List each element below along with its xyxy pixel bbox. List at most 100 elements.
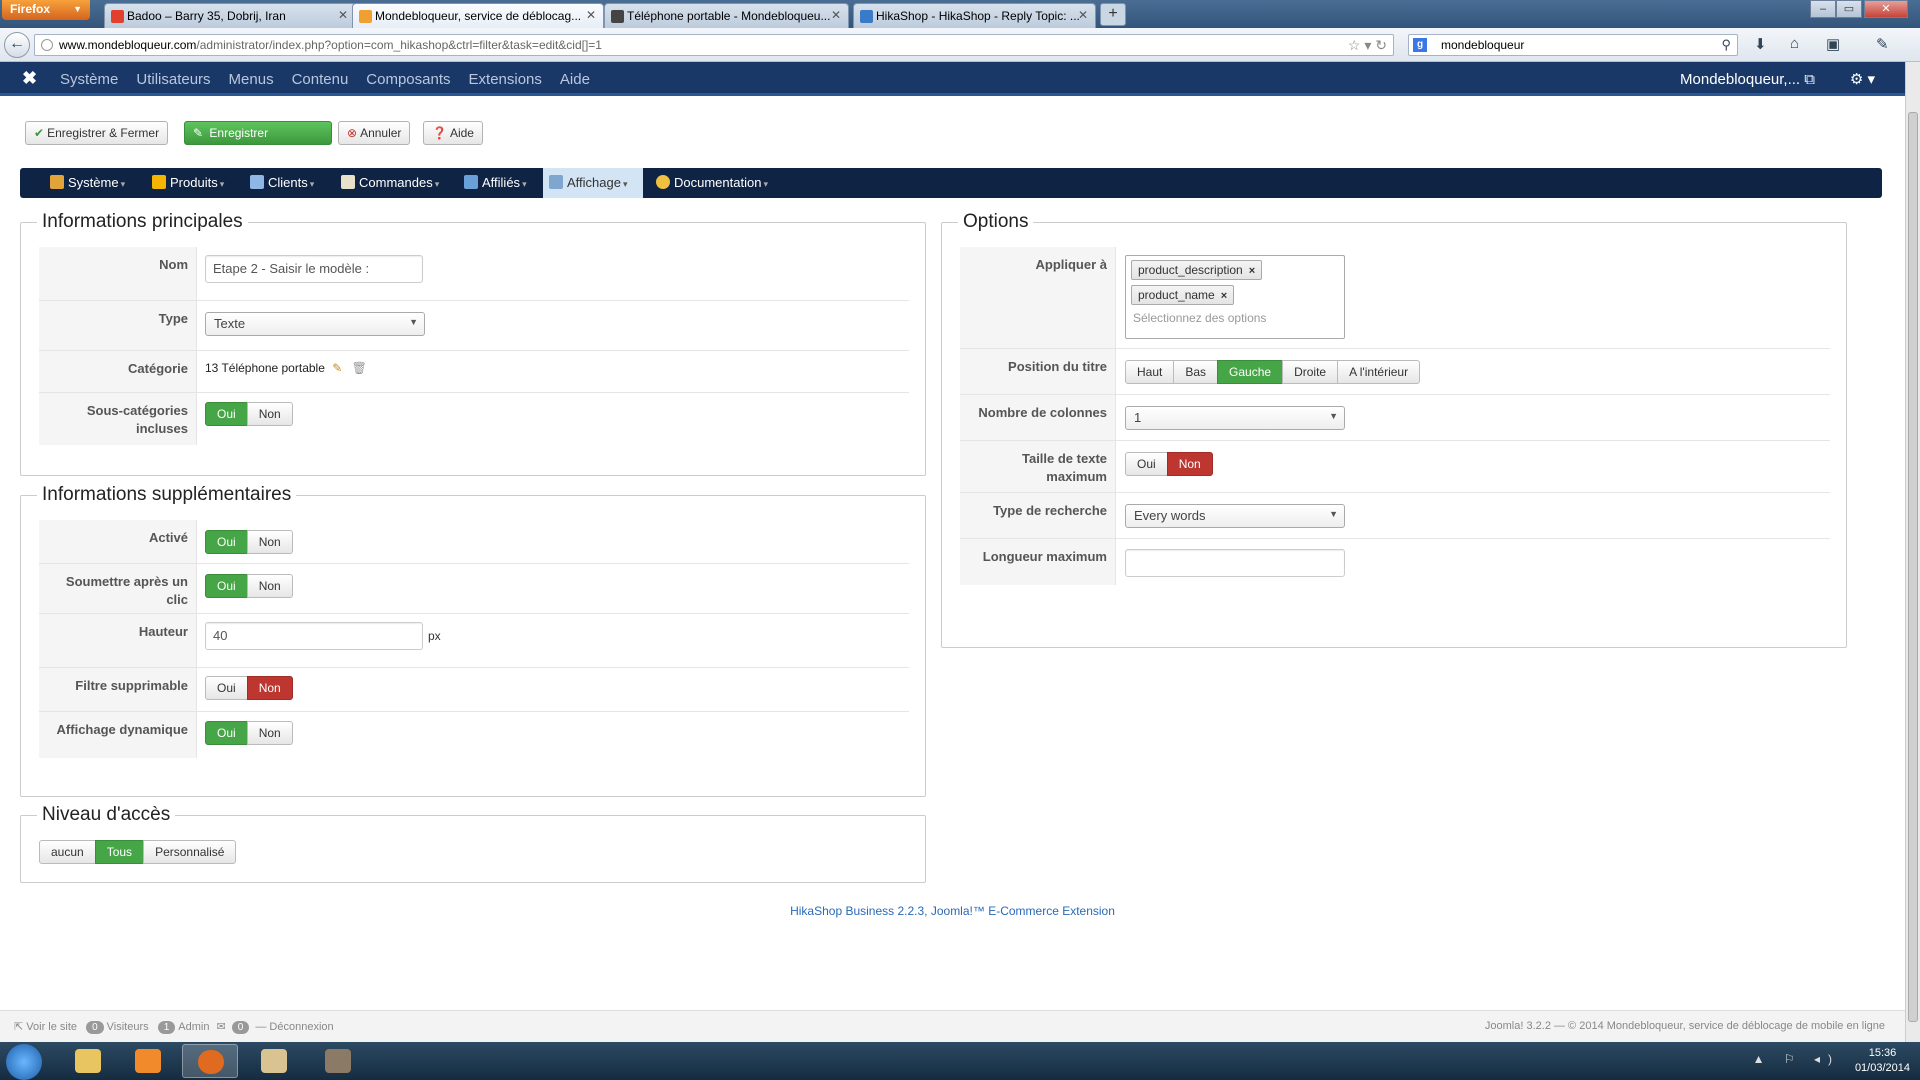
category-label: Catégorie — [39, 351, 197, 392]
title-position-left[interactable]: Gauche — [1217, 360, 1284, 384]
close-icon[interactable]: ✕ — [338, 8, 348, 22]
help-button[interactable]: ❓ Aide — [423, 121, 483, 145]
taskbar-app[interactable] — [246, 1044, 302, 1078]
system-tray[interactable]: ▲ ⚐ ◂) — [1753, 1052, 1840, 1066]
apply-placeholder[interactable]: Sélectionnez des options — [1131, 309, 1339, 325]
remove-icon[interactable]: × — [1221, 290, 1227, 302]
taskbar-explorer[interactable] — [60, 1044, 116, 1078]
save-button[interactable]: ✎ Enregistrer — [184, 121, 332, 145]
cancel-button[interactable]: ⊗ Annuler — [338, 121, 411, 145]
hika-menu-documentation[interactable]: Documentation ▾ — [650, 168, 774, 198]
browser-tab[interactable]: Téléphone portable - Mondebloqueu... ✕ — [604, 3, 849, 28]
hika-menu-display[interactable]: Affichage ▾ — [543, 168, 643, 198]
close-icon[interactable]: ✕ — [586, 8, 596, 22]
access-custom[interactable]: Personnalisé — [143, 840, 237, 864]
search-icon[interactable]: ⚲ — [1721, 37, 1731, 53]
home-icon[interactable]: ⌂ — [1790, 35, 1799, 52]
search-type-select[interactable]: Every words ▼ — [1125, 504, 1345, 528]
dynamic-no[interactable]: Non — [246, 721, 293, 745]
hikashop-favicon-icon — [860, 10, 873, 23]
back-button[interactable]: ← — [4, 32, 30, 58]
mail-icon: ✉ — [216, 1021, 226, 1033]
search-bar[interactable]: g mondebloqueur ⚲ — [1408, 34, 1738, 56]
max-text-yes[interactable]: Oui — [1125, 452, 1168, 476]
joomla-menu-menus[interactable]: Menus — [229, 71, 274, 88]
joomla-menu-extensions[interactable]: Extensions — [469, 71, 542, 88]
access-all[interactable]: Tous — [94, 840, 145, 864]
dynamic-yes[interactable]: Oui — [205, 721, 248, 745]
browser-tab-active[interactable]: Mondebloqueur, service de déblocag... ✕ — [352, 3, 604, 28]
scrollbar-thumb[interactable] — [1908, 112, 1918, 1022]
title-position-bottom[interactable]: Bas — [1173, 360, 1219, 384]
type-select[interactable]: Texte ▼ — [205, 312, 425, 336]
save-close-button[interactable]: ✔ Enregistrer & Fermer — [25, 121, 169, 145]
browser-tab[interactable]: HikaShop - HikaShop - Reply Topic: ... ✕ — [853, 3, 1096, 28]
title-position-top[interactable]: Haut — [1125, 360, 1175, 384]
logout-link[interactable]: Déconnexion — [269, 1021, 333, 1033]
submit-no[interactable]: Non — [246, 574, 293, 598]
subcategories-yes[interactable]: Oui — [205, 402, 248, 426]
tag-product-name: product_name × — [1131, 285, 1235, 305]
hika-menu-products[interactable]: Produits ▾ — [146, 168, 230, 198]
view-site-link[interactable]: Voir le site — [26, 1021, 77, 1033]
url-bar[interactable]: www.mondebloqueur.com/administrator/inde… — [34, 34, 1394, 56]
firefox-menu-button[interactable]: Firefox ▼ — [2, 0, 90, 20]
active-yes[interactable]: Oui — [205, 530, 248, 554]
columns-select[interactable]: 1 ▼ — [1125, 406, 1345, 430]
page-scrollbar[interactable] — [1905, 62, 1920, 1042]
delete-icon[interactable]: 🗑 — [352, 361, 367, 375]
search-input[interactable]: mondebloqueur — [1441, 38, 1524, 52]
options-legend: Options — [958, 211, 1034, 233]
taskbar-gimp[interactable] — [310, 1044, 366, 1078]
hika-menu-affiliates[interactable]: Affiliés ▾ — [458, 168, 533, 198]
taskbar-firefox[interactable] — [182, 1044, 238, 1078]
joomla-menu-users[interactable]: Utilisateurs — [136, 71, 210, 88]
joomla-menu-system[interactable]: Système — [60, 71, 118, 88]
close-icon[interactable]: ✕ — [1078, 8, 1088, 22]
browser-tab[interactable]: Badoo – Barry 35, Dobrij, Iran ✕ — [104, 3, 356, 28]
subcategories-no[interactable]: Non — [246, 402, 293, 426]
max-text-no[interactable]: Non — [1166, 452, 1213, 476]
chevron-down-icon: ▼ — [1329, 509, 1338, 519]
apply-multiselect[interactable]: product_description × product_name × Sélec… — [1125, 255, 1345, 339]
google-icon[interactable]: g — [1413, 38, 1427, 52]
close-window-button[interactable]: ✕ — [1864, 0, 1908, 18]
minimize-button[interactable]: – — [1810, 0, 1836, 18]
admin-badge: 1 — [157, 1021, 176, 1034]
name-input[interactable]: Etape 2 - Saisir le modèle : — [205, 255, 423, 283]
addons-icon[interactable]: ▣ — [1826, 35, 1840, 53]
edit-icon[interactable]: ✎ — [332, 361, 342, 375]
title-position-right[interactable]: Droite — [1282, 360, 1339, 384]
deletable-no[interactable]: Non — [246, 676, 293, 700]
download-icon[interactable]: ⬇ — [1754, 35, 1767, 53]
visitors-badge: 0 — [86, 1021, 104, 1034]
new-tab-button[interactable]: + — [1100, 3, 1126, 26]
title-position-inside[interactable]: A l'intérieur — [1337, 360, 1421, 384]
user-menu[interactable]: Mondebloqueur,... ⧉ — [1680, 71, 1815, 88]
type-value: Texte — [214, 316, 246, 331]
deletable-yes[interactable]: Oui — [205, 676, 248, 700]
joomla-menu-help[interactable]: Aide — [560, 71, 590, 88]
height-input[interactable]: 40 — [205, 622, 423, 650]
close-icon[interactable]: ✕ — [831, 8, 841, 22]
tools-icon[interactable]: ✎ — [1876, 35, 1889, 53]
joomla-menu-content[interactable]: Contenu — [292, 71, 349, 88]
settings-gear-icon[interactable]: ⚙ ▾ — [1850, 70, 1875, 88]
hika-menu-orders[interactable]: Commandes ▾ — [335, 168, 445, 198]
extension-footer-link[interactable]: HikaShop Business 2.2.3, Joomla!™ E-Comm… — [0, 904, 1905, 918]
hika-menu-clients[interactable]: Clients ▾ — [244, 168, 320, 198]
hika-menu-system[interactable]: Système ▾ — [44, 168, 131, 198]
bookmark-star-icon[interactable]: ☆ ▾ ↻ — [1348, 37, 1387, 54]
joomla-logo-icon[interactable]: ✖ — [22, 68, 37, 89]
submit-yes[interactable]: Oui — [205, 574, 248, 598]
taskbar-media[interactable] — [120, 1044, 176, 1078]
access-legend: Niveau d'accès — [37, 804, 176, 826]
start-button[interactable] — [6, 1044, 42, 1080]
maximize-button[interactable]: ▭ — [1836, 0, 1862, 18]
active-no[interactable]: Non — [246, 530, 293, 554]
taskbar-clock[interactable]: 15:36 01/03/2014 — [1855, 1046, 1910, 1076]
access-none[interactable]: aucun — [39, 840, 96, 864]
remove-icon[interactable]: × — [1249, 265, 1255, 277]
max-length-input[interactable] — [1125, 549, 1345, 577]
joomla-menu-components[interactable]: Composants — [366, 71, 450, 88]
